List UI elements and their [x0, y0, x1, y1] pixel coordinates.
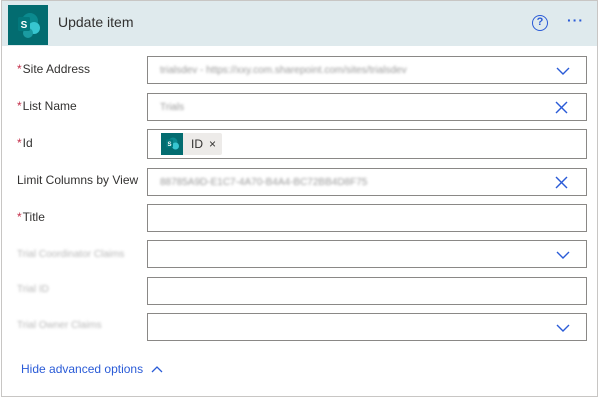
list-name-value: Trials	[160, 102, 185, 113]
action-card: S Update item ? ··· *Site Address trials…	[1, 0, 598, 397]
limit-columns-label: Limit Columns by View	[17, 173, 139, 187]
trial-owner-claims-dropdown[interactable]	[147, 313, 587, 341]
limit-columns-value: 88785A9D-E1C7-4A70-B4A4-BC72BB4D8F75	[160, 177, 368, 188]
id-field[interactable]: S ID ×	[147, 129, 587, 159]
action-title: Update item	[58, 14, 134, 30]
svg-text:S: S	[167, 142, 171, 148]
title-input[interactable]	[147, 204, 587, 232]
action-header[interactable]: S Update item ? ···	[2, 0, 597, 46]
limit-columns-field[interactable]: 88785A9D-E1C7-4A70-B4A4-BC72BB4D8F75	[147, 168, 587, 196]
required-marker: *	[17, 99, 22, 113]
site-address-dropdown[interactable]: trialsdev - https://xxy.com.sharepoint.c…	[147, 56, 587, 84]
title-label: *Title	[17, 210, 45, 224]
sharepoint-logo-icon: S	[8, 5, 48, 45]
help-icon[interactable]: ?	[532, 15, 548, 31]
id-label-text: Id	[22, 136, 33, 150]
list-name-field[interactable]: Trials	[147, 93, 587, 121]
required-marker: *	[17, 136, 22, 150]
svg-text:S: S	[21, 20, 28, 31]
trial-id-input[interactable]	[147, 277, 587, 305]
chevron-down-icon[interactable]	[556, 321, 570, 335]
chevron-down-icon[interactable]	[556, 248, 570, 262]
required-marker: *	[17, 62, 22, 76]
id-label: *Id	[17, 136, 33, 150]
site-address-label-text: Site Address	[22, 62, 91, 76]
list-name-label-text: List Name	[22, 99, 77, 113]
trial-id-label: Trial ID	[17, 284, 49, 295]
trial-owner-claims-label: Trial Owner Claims	[17, 320, 102, 331]
more-options-icon[interactable]: ···	[567, 12, 584, 28]
token-label: ID	[191, 137, 203, 151]
clear-icon[interactable]	[555, 176, 568, 189]
list-name-label: *List Name	[17, 99, 77, 113]
sharepoint-token-icon: S	[161, 133, 183, 155]
title-label-text: Title	[22, 210, 45, 224]
site-address-value: trialsdev - https://xxy.com.sharepoint.c…	[160, 65, 407, 76]
trial-coordinator-claims-label: Trial Coordinator Claims	[17, 249, 125, 260]
chevron-up-icon[interactable]	[151, 364, 163, 374]
chevron-down-icon[interactable]	[556, 64, 570, 78]
clear-icon[interactable]	[555, 101, 568, 114]
trial-coordinator-claims-dropdown[interactable]	[147, 240, 587, 268]
hide-advanced-options-link[interactable]: Hide advanced options	[21, 362, 143, 376]
required-marker: *	[17, 210, 22, 224]
site-address-label: *Site Address	[17, 62, 90, 76]
dynamic-content-token[interactable]: S ID ×	[161, 133, 223, 155]
token-remove-icon[interactable]: ×	[209, 137, 216, 151]
